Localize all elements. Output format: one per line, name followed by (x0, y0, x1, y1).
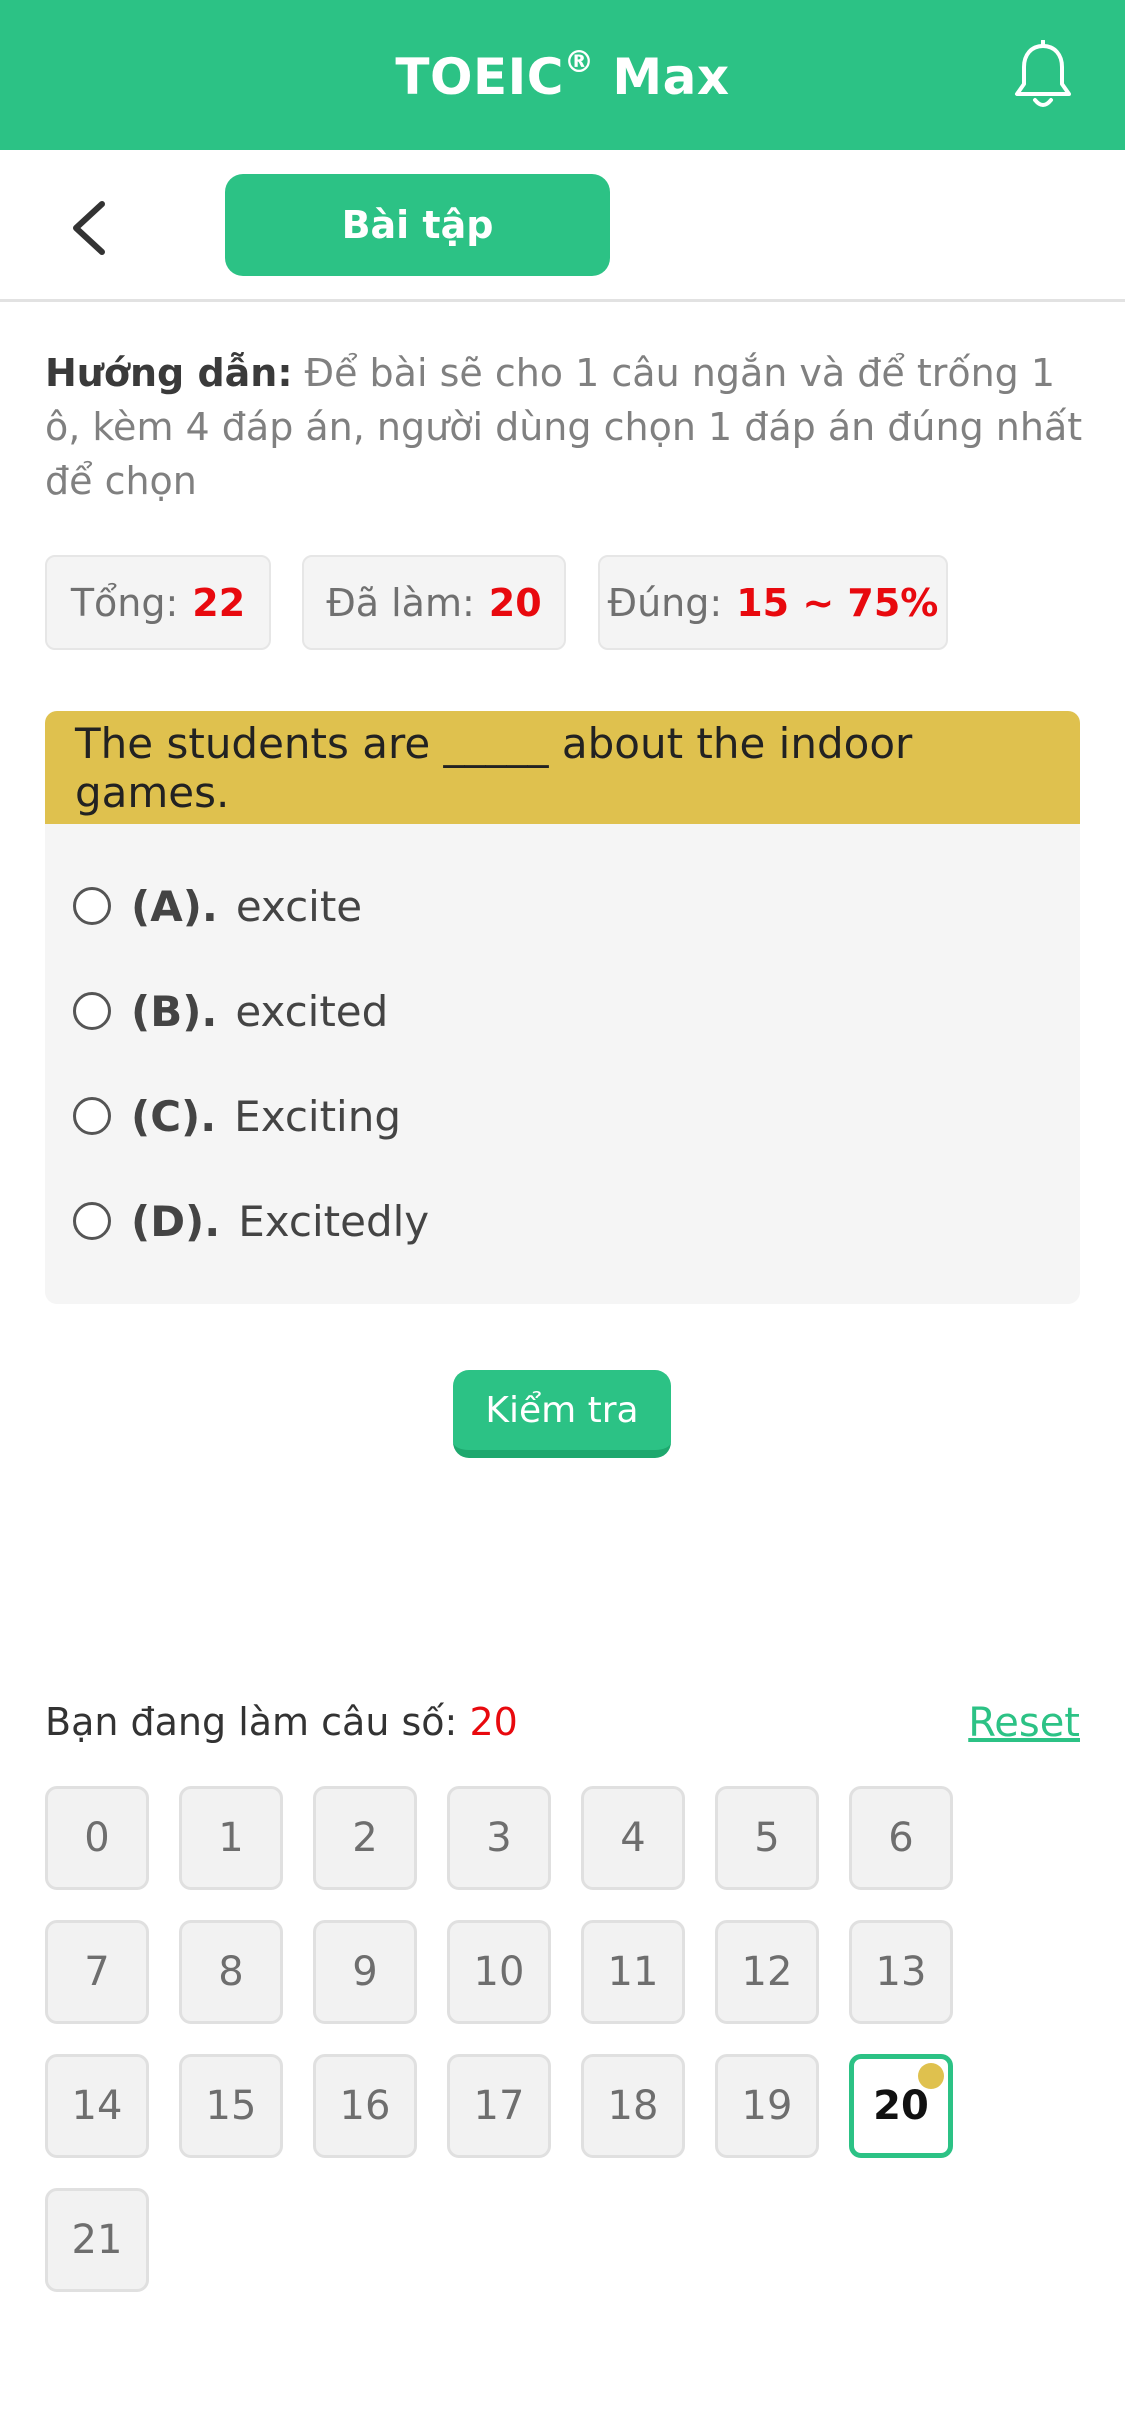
option-a-text: excite (235, 881, 363, 931)
question-number-button[interactable]: 16 (313, 2054, 417, 2158)
question-number-button[interactable]: 7 (45, 1920, 149, 2024)
question-number-button[interactable]: 2 (313, 1786, 417, 1890)
stat-total: Tổng: 22 (45, 555, 271, 650)
question-text: The students are _____ about the indoor … (45, 711, 1080, 824)
app-bar: TOEIC® Max (0, 0, 1125, 150)
reset-link[interactable]: Reset (968, 1700, 1080, 1746)
stat-done: Đã làm: 20 (302, 555, 566, 650)
radio-unchecked-icon[interactable] (73, 887, 111, 925)
tab-exercise[interactable]: Bài tập (225, 174, 610, 276)
question-number-button[interactable]: 6 (849, 1786, 953, 1890)
option-b[interactable]: (B). excited (73, 971, 388, 1051)
question-number-button[interactable]: 0 (45, 1786, 149, 1890)
current-question-indicator: Bạn đang làm câu số: 20 (45, 1700, 518, 1744)
option-b-key: (B). (131, 986, 218, 1036)
stat-total-label: Tổng: (70, 580, 179, 625)
option-d[interactable]: (D). Excitedly (73, 1181, 429, 1261)
radio-unchecked-icon[interactable] (73, 1202, 111, 1240)
question-number-button[interactable]: 3 (447, 1786, 551, 1890)
question-number-button[interactable]: 20 (849, 2054, 953, 2158)
option-c-key: (C). (131, 1091, 217, 1141)
bell-icon[interactable] (1011, 40, 1075, 112)
stat-total-value: 22 (192, 580, 246, 625)
question-number-button[interactable]: 15 (179, 2054, 283, 2158)
stat-done-label: Đã làm: (326, 580, 475, 625)
radio-unchecked-icon[interactable] (73, 1097, 111, 1135)
question-number-button[interactable]: 12 (715, 1920, 819, 2024)
current-marker-dot (918, 2063, 944, 2089)
question-number-button[interactable]: 1 (179, 1786, 283, 1890)
option-a[interactable]: (A). excite (73, 866, 362, 946)
sub-header: Bài tập (0, 150, 1125, 302)
app-title: TOEIC® Max (395, 45, 729, 106)
question-number-button[interactable]: 4 (581, 1786, 685, 1890)
question-number-button[interactable]: 13 (849, 1920, 953, 2024)
radio-unchecked-icon[interactable] (73, 992, 111, 1030)
question-number-button[interactable]: 8 (179, 1920, 283, 2024)
question-card: The students are _____ about the indoor … (45, 711, 1080, 1304)
question-number-button[interactable]: 9 (313, 1920, 417, 2024)
current-question-label: Bạn đang làm câu số: (45, 1700, 458, 1744)
question-number-button[interactable]: 10 (447, 1920, 551, 2024)
option-c-text: Exciting (234, 1091, 402, 1141)
question-number-button[interactable]: 18 (581, 2054, 685, 2158)
question-number-button[interactable]: 11 (581, 1920, 685, 2024)
app-title-text: TOEIC (395, 47, 564, 106)
app-title-suffix: Max (594, 47, 730, 106)
stat-done-value: 20 (488, 580, 542, 625)
option-c[interactable]: (C). Exciting (73, 1076, 401, 1156)
question-number-button[interactable]: 14 (45, 2054, 149, 2158)
instruction-label: Hướng dẫn: (45, 351, 293, 395)
question-number-button[interactable]: 17 (447, 2054, 551, 2158)
option-a-key: (A). (131, 881, 218, 931)
question-number-button[interactable]: 5 (715, 1786, 819, 1890)
check-button[interactable]: Kiểm tra (453, 1370, 671, 1458)
stat-correct: Đúng: 15 ~ 75% (598, 555, 948, 650)
question-number-button[interactable]: 19 (715, 2054, 819, 2158)
app-title-registered: ® (563, 44, 595, 80)
option-b-text: excited (235, 986, 389, 1036)
stat-correct-label: Đúng: (607, 580, 723, 625)
current-question-number: 20 (469, 1700, 518, 1744)
option-d-text: Excitedly (238, 1196, 430, 1246)
option-d-key: (D). (131, 1196, 221, 1246)
instruction-text: Hướng dẫn: Để bài sẽ cho 1 câu ngắn và đ… (45, 346, 1085, 508)
chevron-left-icon[interactable] (62, 198, 122, 258)
question-number-button[interactable]: 21 (45, 2188, 149, 2292)
stat-correct-value: 15 ~ 75% (736, 580, 939, 625)
